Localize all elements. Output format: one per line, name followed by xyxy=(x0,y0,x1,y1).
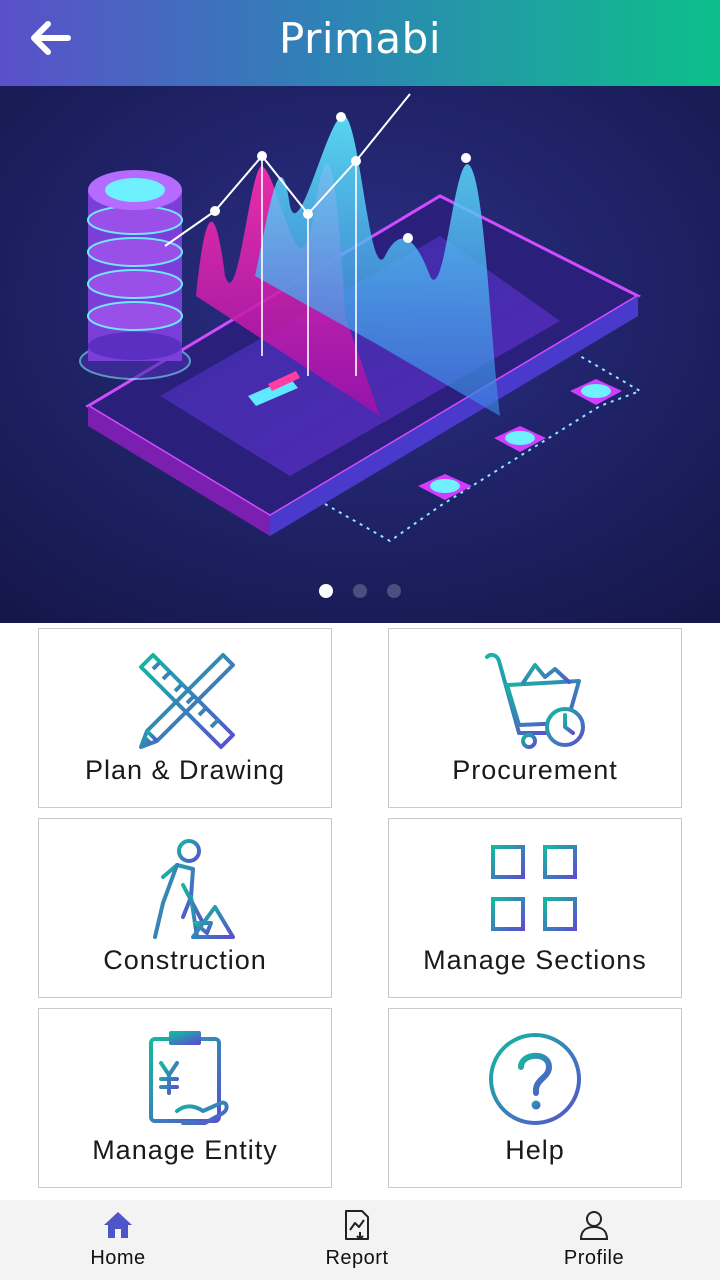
tile-label: Manage Entity xyxy=(92,1135,278,1165)
tile-procurement[interactable]: Procurement xyxy=(388,628,682,808)
nav-profile[interactable]: Profile xyxy=(514,1200,674,1280)
tile-help[interactable]: Help xyxy=(388,1008,682,1188)
nav-label: Report xyxy=(325,1247,389,1269)
ruler-pencil-icon xyxy=(139,653,235,749)
data-analytics-illustration xyxy=(0,86,720,623)
carousel-dot-1[interactable] xyxy=(318,584,333,598)
nav-label: Profile xyxy=(563,1247,625,1269)
sections-grid-icon xyxy=(491,845,577,931)
tile-label: Help xyxy=(505,1135,565,1165)
carousel-indicators xyxy=(0,584,720,603)
clipboard-yen-icon xyxy=(149,1031,229,1125)
nav-home[interactable]: Home xyxy=(38,1200,198,1280)
nav-label: Home xyxy=(90,1247,146,1269)
tile-plan-drawing[interactable]: Plan & Drawing xyxy=(38,628,332,808)
report-icon xyxy=(345,1210,369,1240)
home-icon xyxy=(104,1212,132,1238)
user-icon xyxy=(579,1211,609,1240)
app-header: Primabi xyxy=(0,0,720,86)
carousel-dot-3[interactable] xyxy=(387,584,402,598)
tile-label: Manage Sections xyxy=(423,945,647,975)
shopping-cart-clock-icon xyxy=(485,652,585,749)
tile-construction[interactable]: Construction xyxy=(38,818,332,998)
tile-manage-sections[interactable]: Manage Sections xyxy=(388,818,682,998)
tile-label: Plan & Drawing xyxy=(84,755,286,785)
carousel-dot-2[interactable] xyxy=(353,584,367,598)
hero-banner[interactable] xyxy=(0,86,720,623)
bottom-navigation: Home Report Profile xyxy=(0,1200,720,1280)
question-circle-icon xyxy=(489,1033,581,1125)
app-logo: Primabi xyxy=(278,14,441,63)
tile-manage-entity[interactable]: Manage Entity xyxy=(38,1008,332,1188)
tile-label: Construction xyxy=(103,945,267,975)
nav-report[interactable]: Report xyxy=(277,1200,437,1280)
worker-shovel-icon xyxy=(153,839,235,939)
tile-label: Procurement xyxy=(452,755,618,785)
